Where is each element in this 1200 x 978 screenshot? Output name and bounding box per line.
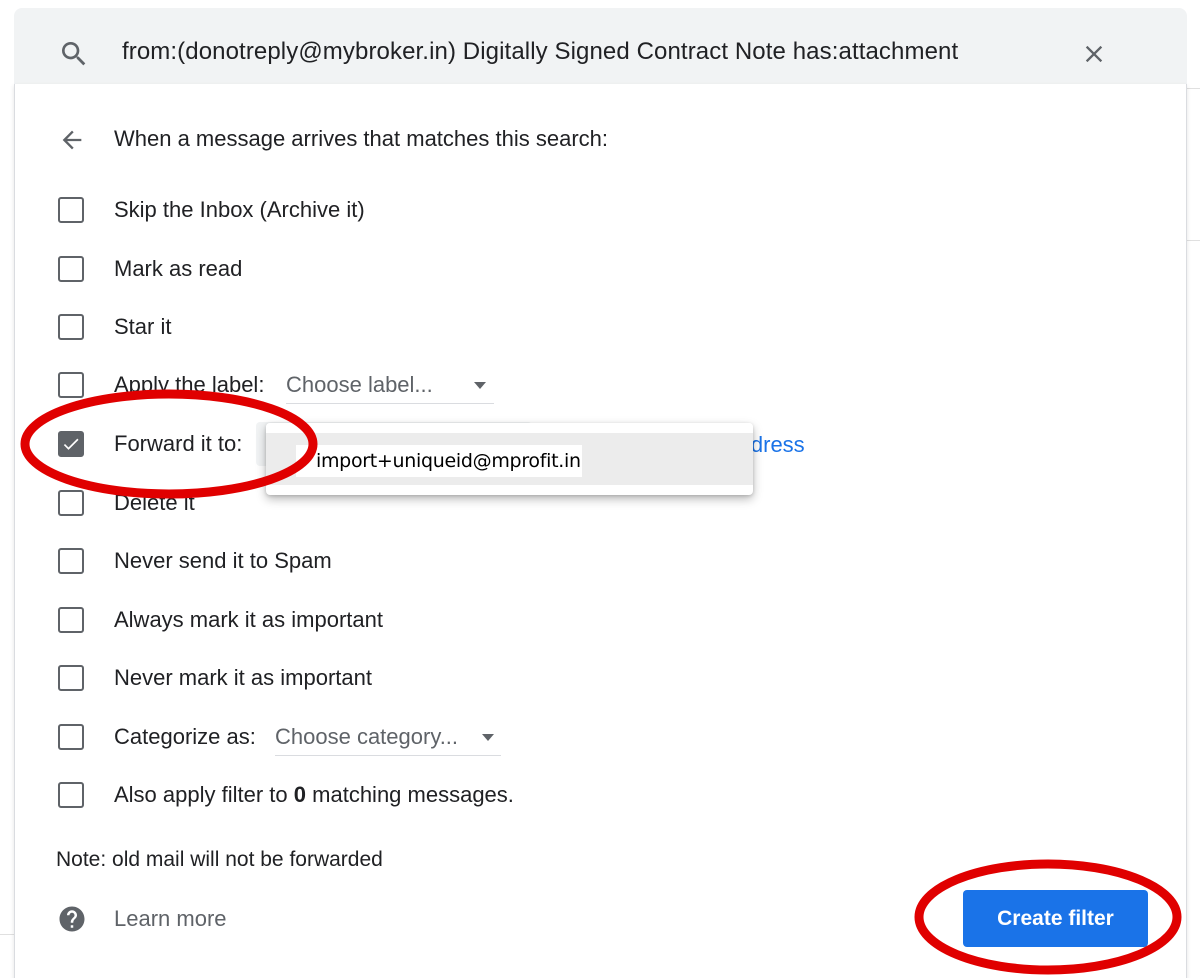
search-icon[interactable] (58, 38, 90, 70)
help-icon[interactable] (57, 904, 87, 934)
star-it-checkbox[interactable] (58, 314, 84, 340)
forward-address-option[interactable]: import+uniqueid@mprofit.in (266, 433, 753, 485)
category-select[interactable]: Choose category... (275, 722, 501, 756)
never-important-checkbox[interactable] (58, 665, 84, 691)
search-query[interactable]: from:(donotreply@mybroker.in) Digitally … (122, 38, 958, 66)
apply-existing-suffix: matching messages. (312, 782, 514, 807)
checkmark-icon (63, 438, 79, 450)
option-label: Star it (114, 314, 172, 339)
add-forwarding-address-link[interactable]: ldress (746, 432, 805, 458)
option-label: Also apply filter to 0 matching messages… (114, 782, 514, 808)
categorize-checkbox[interactable] (58, 724, 84, 750)
apply-label-checkbox[interactable] (58, 372, 84, 398)
option-label: Mark as read (114, 256, 243, 281)
option-label: Never mark it as important (114, 665, 372, 690)
filter-header: When a message arrives that matches this… (114, 126, 608, 151)
back-arrow-icon[interactable] (58, 126, 86, 154)
apply-existing-checkbox[interactable] (58, 782, 84, 808)
mark-as-read-checkbox[interactable] (58, 256, 84, 282)
option-label: Skip the Inbox (Archive it) (114, 197, 365, 222)
label-select-value: Choose label... (286, 372, 433, 397)
always-important-checkbox[interactable] (58, 607, 84, 633)
forward-address-dropdown: import+uniqueid@mprofit.in (266, 423, 753, 495)
search-bar: from:(donotreply@mybroker.in) Digitally … (14, 8, 1187, 88)
matching-count: 0 (293, 782, 307, 807)
forward-it-checkbox[interactable] (58, 431, 84, 457)
skip-inbox-checkbox[interactable] (58, 197, 84, 223)
category-select-value: Choose category... (275, 724, 459, 749)
option-label: Forward it to: (114, 431, 243, 456)
never-spam-checkbox[interactable] (58, 548, 84, 574)
dropdown-spacer (266, 423, 753, 433)
option-label: Delete it (114, 490, 195, 515)
background-divider (0, 934, 14, 935)
option-label: Apply the label: (114, 372, 265, 397)
apply-existing-prefix: Also apply filter to (114, 782, 288, 807)
chevron-down-icon (482, 734, 494, 741)
background-divider (1187, 88, 1200, 89)
forward-address-value: import+uniqueid@mprofit.in (296, 445, 582, 477)
close-icon[interactable] (1080, 40, 1108, 68)
label-select[interactable]: Choose label... (286, 370, 494, 404)
create-filter-button[interactable]: Create filter (963, 890, 1148, 947)
option-apply-label[interactable]: Apply the label: Choose label... (56, 370, 506, 404)
option-label: Categorize as: (114, 724, 256, 749)
option-label: Never send it to Spam (114, 548, 332, 573)
chevron-down-icon (474, 382, 486, 389)
option-label: Always mark it as important (114, 607, 383, 632)
forward-note: Note: old mail will not be forwarded (56, 848, 383, 871)
learn-more-link[interactable]: Learn more (114, 906, 227, 932)
background-divider (1187, 240, 1200, 241)
option-categorize[interactable]: Categorize as: Choose category... (56, 722, 516, 756)
delete-it-checkbox[interactable] (58, 490, 84, 516)
